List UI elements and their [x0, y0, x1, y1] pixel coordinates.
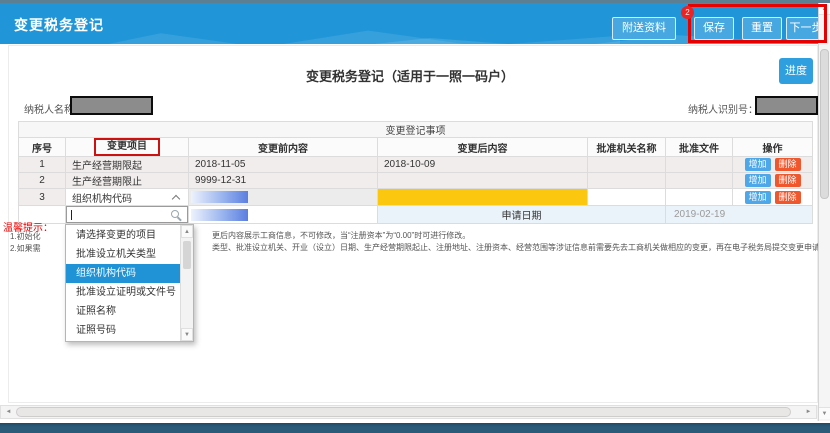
change-items-table: 变更登记事项 序号 变更项目 变更前内容 变更后内容 批准机关名称 批准文件 操…: [18, 121, 813, 224]
dropdown-search-input[interactable]: [66, 206, 188, 223]
dropdown-scrollbar[interactable]: ▲ ▼: [180, 225, 193, 341]
scroll-down-icon[interactable]: ▼: [819, 407, 830, 419]
add-row-button[interactable]: 增加: [745, 191, 771, 204]
table-section-header: 变更登记事项: [19, 122, 813, 138]
row-approve-doc: [666, 173, 733, 189]
window-bottom-bar: [0, 423, 830, 433]
attach-badge: 2: [681, 6, 694, 19]
change-item-dropdown: 请选择变更的项目 批准设立机关类型 组织机构代码 批准设立证明或文件号 证照名称…: [65, 224, 194, 342]
selected-option-label: 组织机构代码: [72, 190, 132, 205]
row-before-value: [189, 189, 378, 206]
row-seq: 3: [19, 189, 66, 206]
search-icon: [171, 210, 179, 218]
col-header-actions: 操作: [733, 138, 813, 157]
tip-line1-prefix: 1.初始化: [10, 231, 41, 242]
scroll-down-icon[interactable]: ▼: [181, 328, 193, 341]
form-title: 变更税务登记（适用于一照一码户）: [0, 66, 820, 85]
table-row: 1 生产经营期限起 2018-11-05 2018-10-09 增加删除: [19, 157, 813, 173]
screen: 变更税务登记 附送资料 保存 重置 下一步 2 ▲ ▼ 进度 变更税务登记（适用…: [0, 0, 830, 433]
row-change-item: 生产经营期限起: [66, 157, 189, 173]
table-row: 2 生产经营期限止 9999-12-31 增加删除: [19, 173, 813, 189]
row-approve-doc: [666, 189, 733, 206]
dropdown-filter-cell: [66, 206, 189, 224]
tip-line2-prefix: 2.如果需: [10, 243, 41, 254]
col-header-before: 变更前内容: [189, 138, 378, 157]
scroll-up-icon[interactable]: ▲: [181, 225, 193, 238]
redacted-blur-bar: [191, 191, 248, 203]
red-highlight-box-column: 变更项目: [94, 138, 160, 156]
row-before-value: 9999-12-31: [189, 173, 378, 189]
add-row-button[interactable]: 增加: [745, 158, 771, 171]
row-actions: 增加删除: [733, 189, 813, 206]
taxpayer-name-redacted-value: [70, 96, 153, 115]
dropdown-option-selected[interactable]: 组织机构代码: [66, 264, 181, 283]
delete-row-button[interactable]: 删除: [775, 174, 801, 187]
row-after-value-highlighted: [378, 189, 588, 206]
row-before-value: 2018-11-05: [189, 157, 378, 173]
row-change-item: 生产经营期限止: [66, 173, 189, 189]
progress-button[interactable]: 进度: [779, 58, 813, 84]
apply-date-label: 申请日期: [378, 206, 666, 224]
chevron-up-icon: [172, 195, 180, 203]
attach-materials-button[interactable]: 附送资料: [612, 17, 676, 40]
row-before-value: [189, 206, 378, 224]
vertical-scrollbar[interactable]: ▲ ▼: [818, 3, 830, 421]
row-approve-doc: [666, 157, 733, 173]
dropdown-options-list: 请选择变更的项目 批准设立机关类型 组织机构代码 批准设立证明或文件号 证照名称…: [66, 226, 181, 340]
vertical-scrollbar-thumb[interactable]: [820, 49, 829, 199]
dropdown-option[interactable]: 证照号码: [66, 321, 181, 340]
scroll-left-icon[interactable]: ◄: [2, 406, 15, 418]
row-actions: 增加删除: [733, 173, 813, 189]
col-header-seq: 序号: [19, 138, 66, 157]
row-approve-org: [588, 189, 666, 206]
tip-line2-text: 类型、批准设立机关、开业（设立）日期、生产经营期限起止、注册地址、注册资本、经营…: [212, 242, 828, 253]
reset-button[interactable]: 重置: [742, 17, 782, 40]
table-row: 3 组织机构代码 增加删除: [19, 189, 813, 206]
taxpayer-id-redacted-value: [755, 96, 818, 115]
scroll-right-icon[interactable]: ►: [802, 406, 815, 418]
col-header-change-item: 变更项目: [66, 138, 189, 157]
row-approve-org: [588, 157, 666, 173]
row-seq: 1: [19, 157, 66, 173]
scroll-up-icon[interactable]: ▲: [819, 3, 830, 15]
redacted-blur-bar: [191, 209, 248, 221]
taxpayer-id-label: 纳税人识别号：: [688, 101, 758, 116]
dropdown-option[interactable]: 批准设立证明或文件号: [66, 283, 181, 302]
change-item-select[interactable]: 组织机构代码: [66, 189, 188, 205]
dropdown-option[interactable]: 证照名称: [66, 302, 181, 321]
horizontal-scrollbar-thumb[interactable]: [16, 407, 791, 417]
col-header-approve-org: 批准机关名称: [588, 138, 666, 157]
row-seq: 2: [19, 173, 66, 189]
save-button[interactable]: 保存: [694, 17, 734, 40]
apply-date-value: 2019-02-19: [666, 206, 813, 224]
delete-row-button[interactable]: 删除: [775, 158, 801, 171]
text-cursor: [71, 210, 72, 220]
col-header-approve-doc: 批准文件: [666, 138, 733, 157]
horizontal-scrollbar[interactable]: ◄ ►: [0, 405, 817, 419]
header-wave-decoration: [60, 28, 620, 44]
delete-row-button[interactable]: 删除: [775, 191, 801, 204]
add-row-button[interactable]: 增加: [745, 174, 771, 187]
row-after-value: 2018-10-09: [378, 157, 588, 173]
row-after-value: [378, 173, 588, 189]
dropdown-option[interactable]: 请选择变更的项目: [66, 226, 181, 245]
row-change-item-cell: 组织机构代码: [66, 189, 189, 206]
dropdown-option[interactable]: 批准设立机关类型: [66, 245, 181, 264]
col-header-after: 变更后内容: [378, 138, 588, 157]
apply-date-row: 申请日期 2019-02-19: [19, 206, 813, 224]
tip-line1-text: 更后内容展示工商信息，不可修改，当“注册资本”为“0.00”时可进行修改。: [212, 230, 470, 241]
dropdown-scrollbar-thumb[interactable]: [183, 241, 191, 269]
row-approve-org: [588, 173, 666, 189]
row-actions: 增加删除: [733, 157, 813, 173]
page-header-title: 变更税务登记: [14, 15, 104, 35]
